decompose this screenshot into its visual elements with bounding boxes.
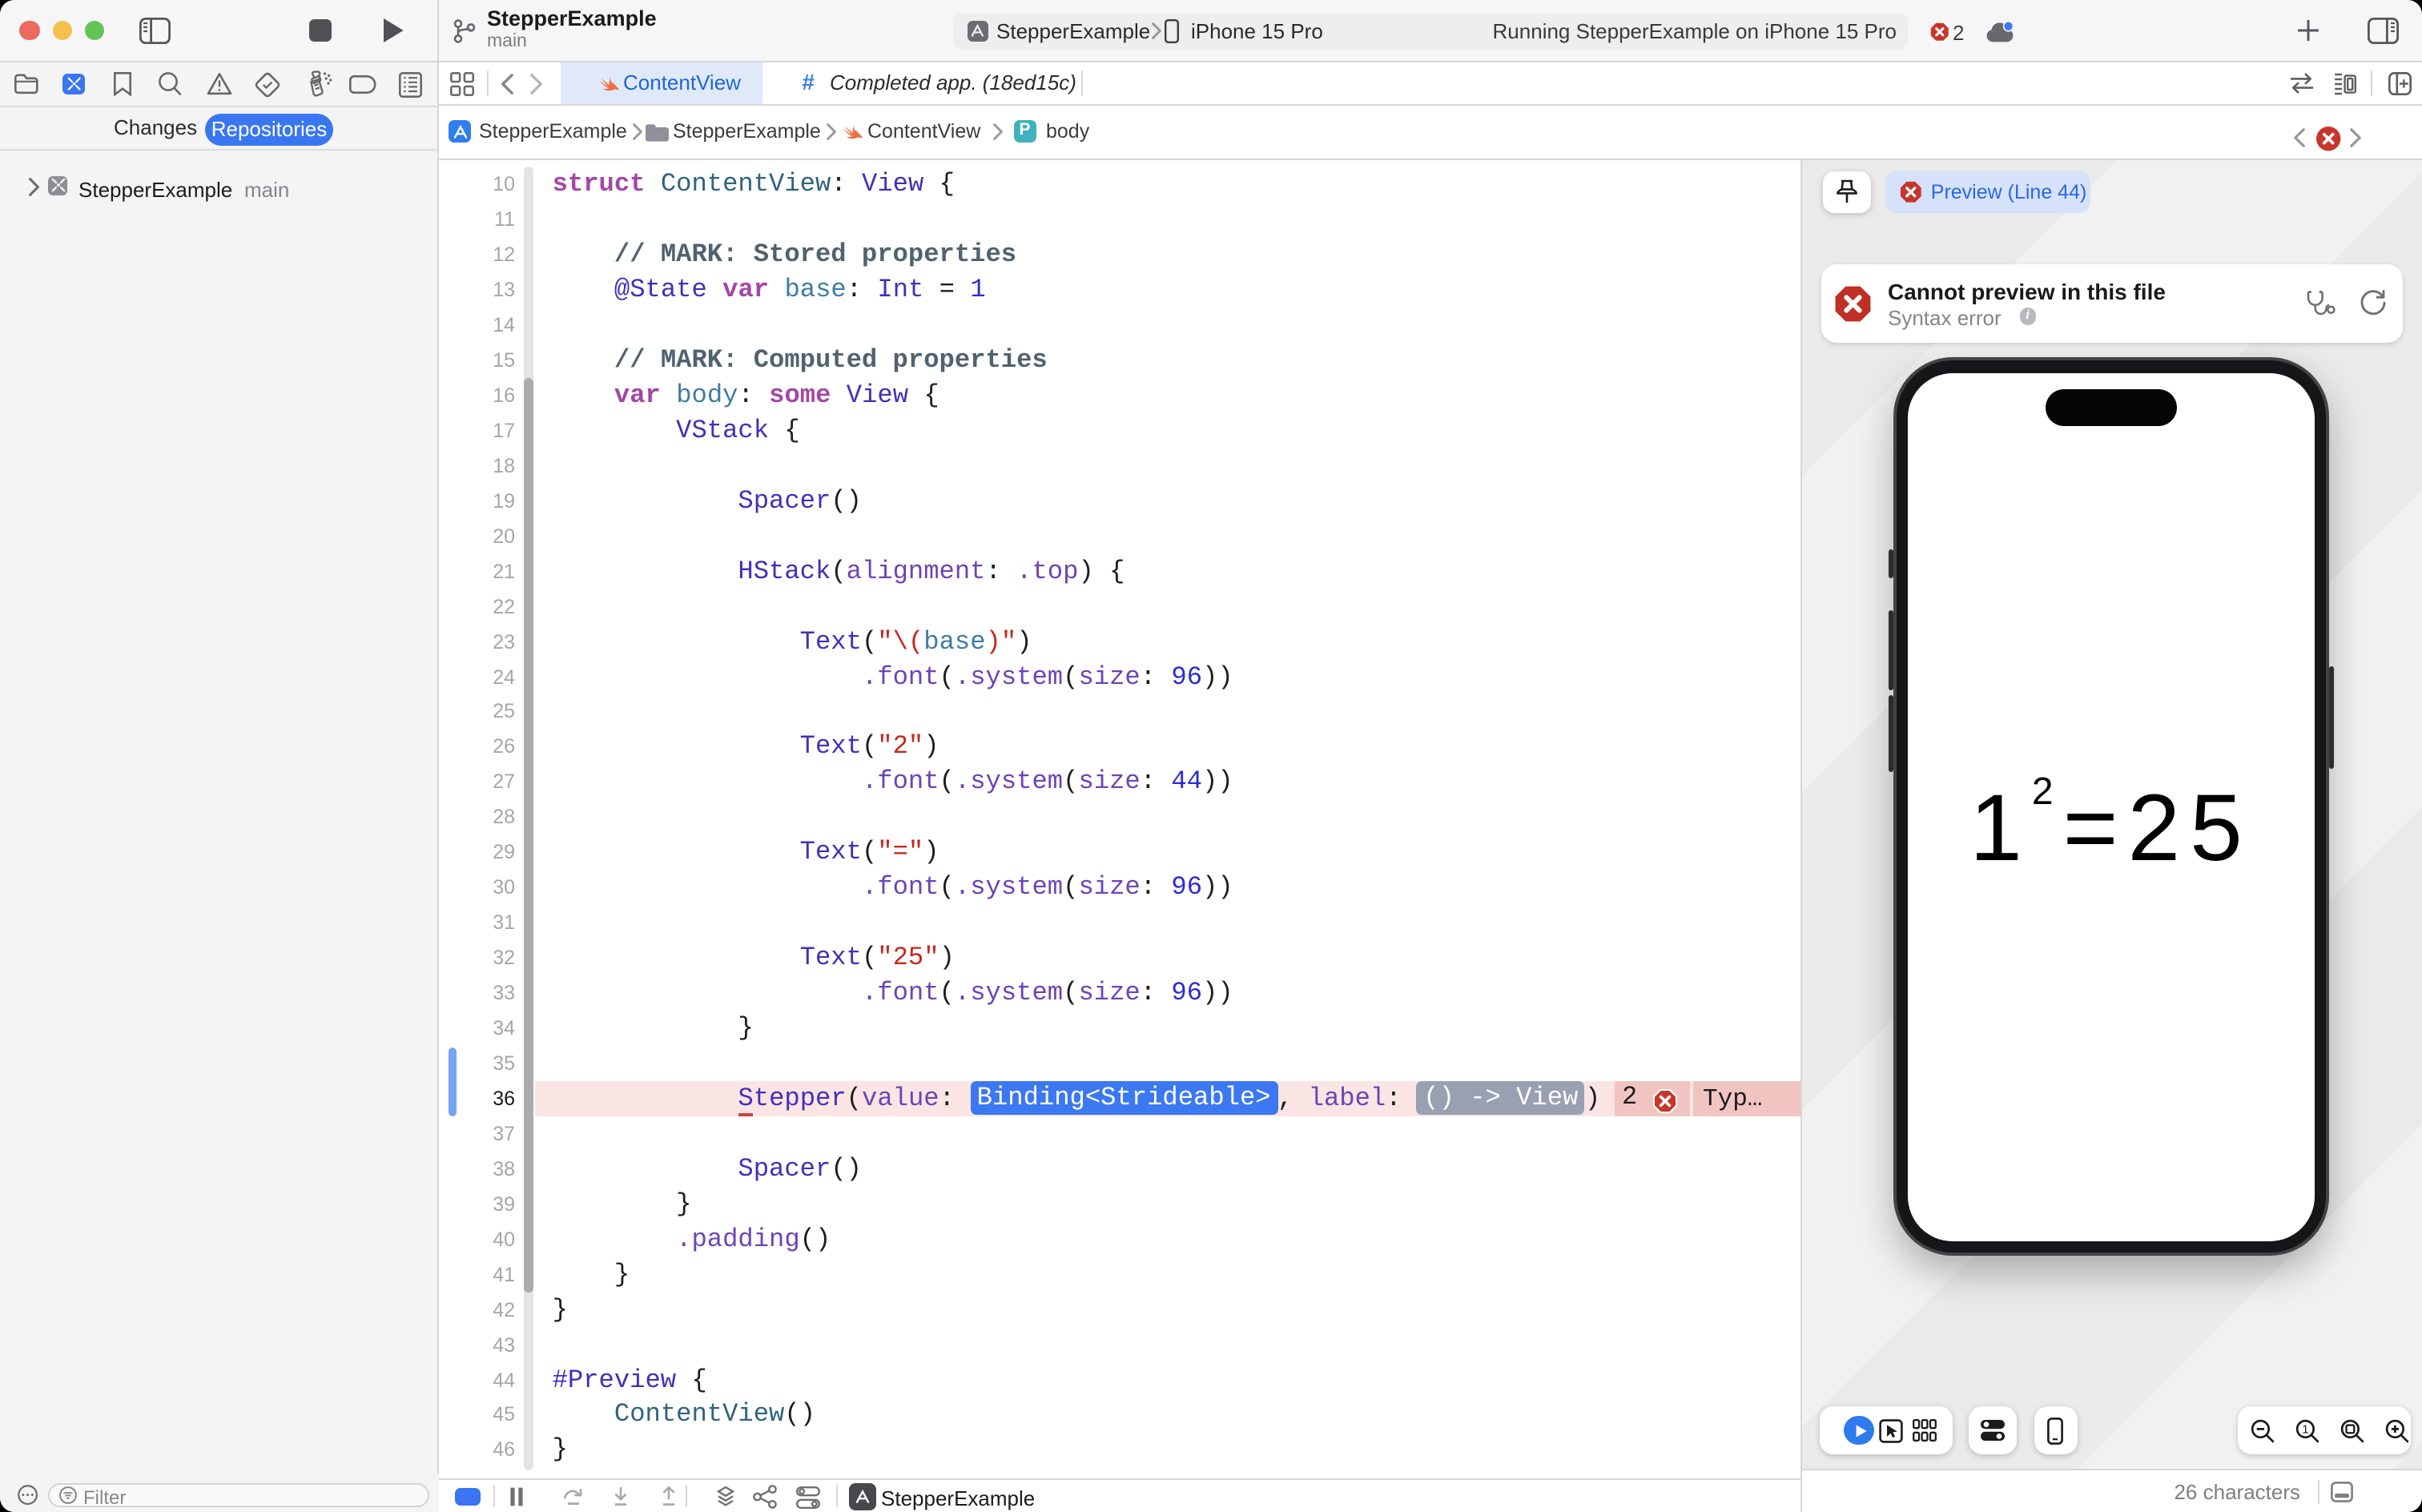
svg-text:1: 1 xyxy=(2301,1422,2307,1435)
